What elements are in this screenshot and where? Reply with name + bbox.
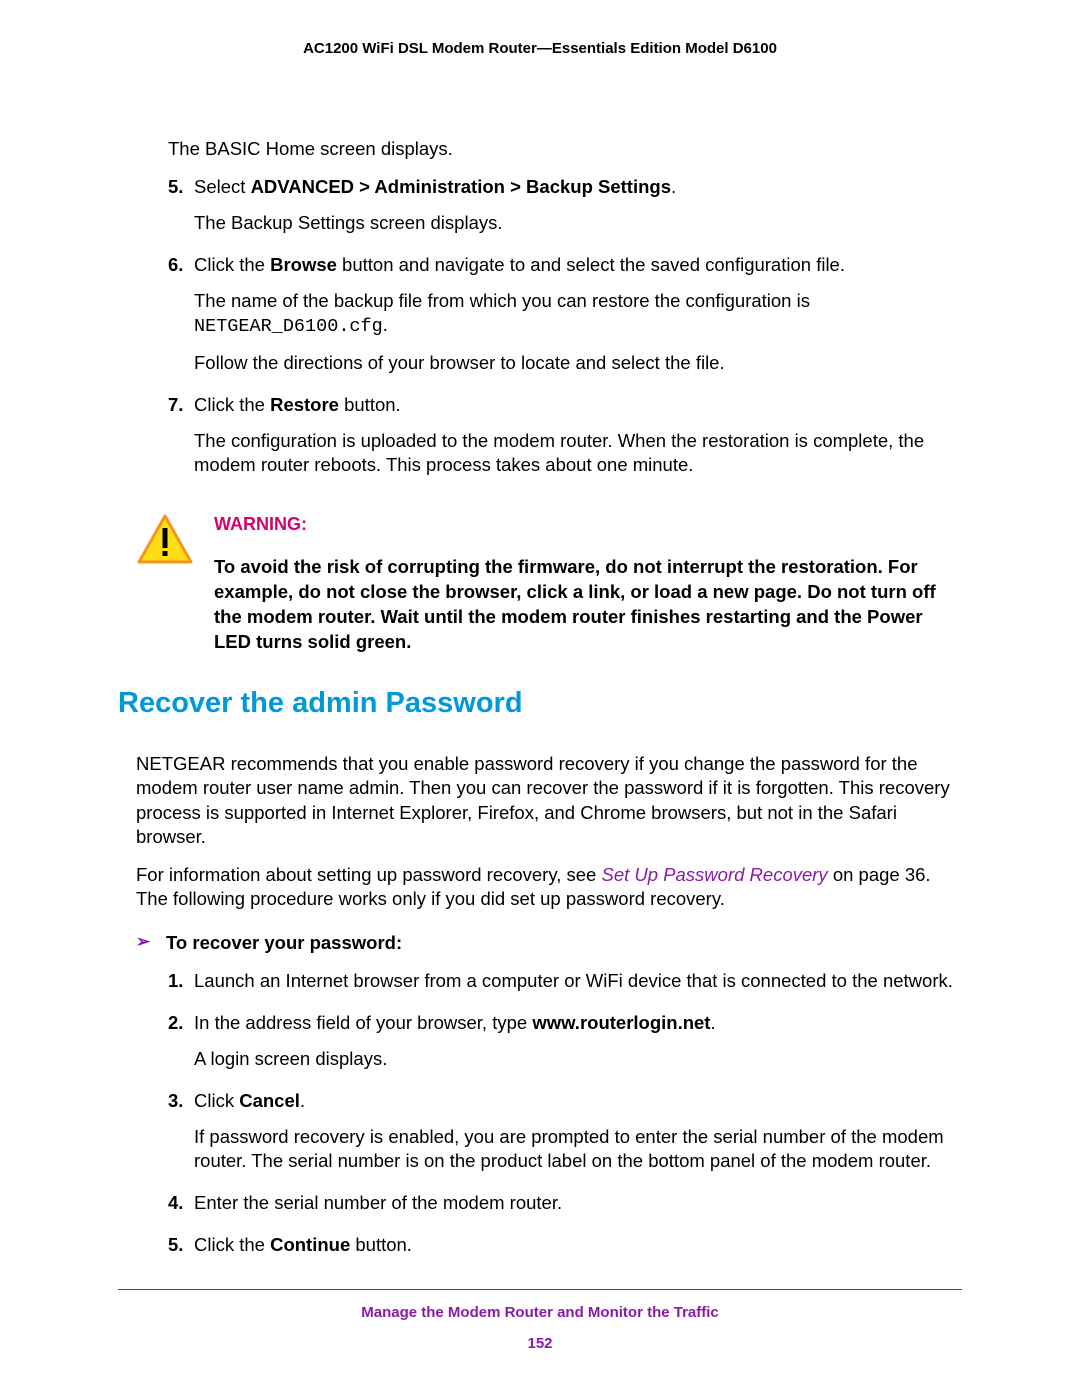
step-7: 7. Click the Restore button. The configu…: [168, 393, 962, 489]
step-num: 7.: [168, 393, 194, 489]
warning-label: WARNING:: [214, 513, 962, 536]
footer-title: Manage the Modem Router and Monitor the …: [118, 1304, 962, 1321]
step-num: 2.: [168, 1011, 194, 1083]
step-5-line1: Select ADVANCED > Administration > Backu…: [194, 175, 962, 199]
intro-basic-home: The BASIC Home screen displays.: [168, 137, 962, 161]
procedure-title: To recover your password:: [166, 931, 402, 955]
warning-text: To avoid the risk of corrupting the firm…: [214, 555, 962, 655]
proc-step-2-line2: A login screen displays.: [194, 1047, 962, 1071]
proc-step-1-text: Launch an Internet browser from a comput…: [194, 969, 962, 993]
proc-step-4: 4. Enter the serial number of the modem …: [168, 1191, 962, 1227]
procedure-heading: ➢ To recover your password:: [136, 931, 962, 955]
step-num: 6.: [168, 253, 194, 387]
step-7-line1: Click the Restore button.: [194, 393, 962, 417]
step-5-line2: The Backup Settings screen displays.: [194, 211, 962, 235]
step-6-line2: The name of the backup file from which y…: [194, 289, 962, 339]
step-num: 5.: [168, 1233, 194, 1269]
page-number: 152: [118, 1335, 962, 1352]
step-6-line1: Click the Browse button and navigate to …: [194, 253, 962, 277]
step-num: 3.: [168, 1089, 194, 1185]
link-password-recovery[interactable]: Set Up Password Recovery: [601, 864, 827, 885]
section-p1: NETGEAR recommends that you enable passw…: [136, 752, 962, 848]
step-5: 5. Select ADVANCED > Administration > Ba…: [168, 175, 962, 247]
proc-step-1: 1. Launch an Internet browser from a com…: [168, 969, 962, 1005]
arrow-icon: ➢: [136, 931, 166, 955]
step-num: 5.: [168, 175, 194, 247]
proc-step-3-line1: Click Cancel.: [194, 1089, 962, 1113]
proc-step-5-text: Click the Continue button.: [194, 1233, 962, 1257]
proc-step-5: 5. Click the Continue button.: [168, 1233, 962, 1269]
section-p2: For information about setting up passwor…: [136, 863, 962, 911]
warning-block: WARNING: To avoid the risk of corrupting…: [136, 513, 962, 654]
step-num: 1.: [168, 969, 194, 1005]
proc-step-2: 2. In the address field of your browser,…: [168, 1011, 962, 1083]
header-title: AC1200 WiFi DSL Modem Router—Essentials …: [118, 40, 962, 57]
section-heading-recover: Recover the admin Password: [118, 685, 962, 723]
step-6: 6. Click the Browse button and navigate …: [168, 253, 962, 387]
proc-step-3-line2: If password recovery is enabled, you are…: [194, 1125, 962, 1173]
footer-divider: [118, 1289, 962, 1290]
proc-step-4-text: Enter the serial number of the modem rou…: [194, 1191, 962, 1215]
proc-step-3: 3. Click Cancel. If password recovery is…: [168, 1089, 962, 1185]
warning-icon: [136, 513, 194, 654]
proc-step-2-line1: In the address field of your browser, ty…: [194, 1011, 962, 1035]
step-num: 4.: [168, 1191, 194, 1227]
step-6-line3: Follow the directions of your browser to…: [194, 351, 962, 375]
step-7-line2: The configuration is uploaded to the mod…: [194, 429, 962, 477]
